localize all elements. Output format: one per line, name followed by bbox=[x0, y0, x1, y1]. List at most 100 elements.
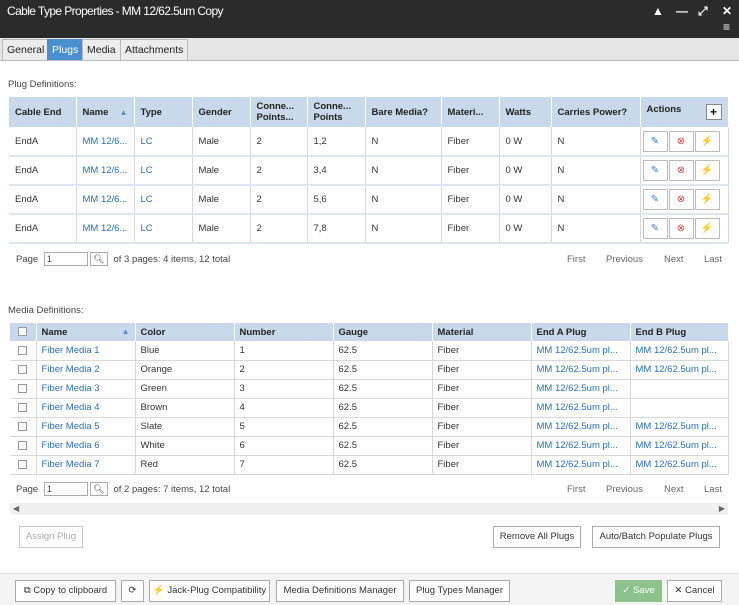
tab-attachments[interactable]: Attachments bbox=[120, 39, 189, 60]
horizontal-scrollbar[interactable]: ◀ ▶ bbox=[10, 503, 728, 515]
page-number-input[interactable]: 1 bbox=[43, 482, 88, 497]
col-carries-power[interactable]: Carries Power? bbox=[551, 97, 641, 127]
copy-to-clipboard-button[interactable]: ⧉ Copy to clipboard bbox=[15, 580, 116, 602]
plug-type-link[interactable]: LC bbox=[134, 127, 193, 157]
delete-icon[interactable]: ⊗ bbox=[668, 130, 694, 152]
plug-name-link[interactable]: MM 12/6... bbox=[76, 127, 135, 157]
col-material[interactable]: Materi... bbox=[441, 97, 500, 127]
plug-icon[interactable]: ⚡ bbox=[694, 130, 720, 152]
minimize-icon[interactable]: — bbox=[676, 4, 688, 18]
media-row[interactable]: Fiber Media 1 Blue 1 62.5 Fiber MM 12/62.5um … bbox=[10, 341, 729, 361]
col-cable-end[interactable]: Cable End bbox=[9, 97, 77, 127]
media-row[interactable]: Fiber Media 6 White 6 62.5 Fiber MM 12/62.5um… bbox=[10, 436, 729, 456]
row-checkbox[interactable] bbox=[18, 459, 28, 469]
pager-previous[interactable]: Previous bbox=[606, 252, 643, 268]
assign-plug-button[interactable]: Assign Plug bbox=[19, 526, 83, 548]
jack-plug-compatibility-button[interactable]: ⚡ Jack-Plug Compatibility bbox=[149, 580, 270, 602]
row-checkbox[interactable] bbox=[18, 421, 28, 431]
media-name-link[interactable]: Fiber Media 5 bbox=[36, 417, 136, 437]
end-b-plug-link[interactable]: MM 12/62.5um pl... bbox=[630, 455, 729, 475]
scroll-left-icon[interactable]: ◀ bbox=[13, 503, 19, 515]
col-conn-points[interactable]: Conne... Points bbox=[307, 97, 366, 127]
col-watts[interactable]: Watts bbox=[499, 97, 552, 127]
media-name-link[interactable]: Fiber Media 2 bbox=[36, 360, 136, 380]
delete-icon[interactable]: ⊗ bbox=[668, 218, 694, 239]
end-a-plug-link[interactable]: MM 12/62.5um pl... bbox=[531, 417, 631, 437]
plug-icon[interactable]: ⚡ bbox=[694, 218, 720, 239]
pager-first[interactable]: First bbox=[567, 482, 585, 498]
col-end-b-plug[interactable]: End B Plug bbox=[630, 323, 729, 341]
col-color[interactable]: Color bbox=[135, 323, 235, 341]
scroll-right-icon[interactable]: ▶ bbox=[719, 503, 725, 515]
edit-icon[interactable]: ✎ bbox=[642, 189, 668, 210]
row-checkbox[interactable] bbox=[18, 383, 28, 393]
media-name-link[interactable]: Fiber Media 6 bbox=[36, 436, 136, 456]
auto-batch-populate-button[interactable]: Auto/Batch Populate Plugs bbox=[592, 526, 720, 548]
select-all-checkbox[interactable] bbox=[18, 327, 28, 337]
end-b-plug-link[interactable]: MM 12/62.5um pl... bbox=[630, 417, 729, 437]
search-icon[interactable]: 🔍︎ bbox=[89, 482, 108, 497]
row-checkbox[interactable] bbox=[18, 402, 28, 412]
search-icon[interactable]: 🔍︎ bbox=[89, 252, 108, 267]
plug-icon[interactable]: ⚡ bbox=[694, 189, 720, 210]
plug-type-link[interactable]: LC bbox=[134, 156, 193, 186]
col-conn-points-count[interactable]: Conne... Points... bbox=[250, 97, 308, 127]
row-checkbox[interactable] bbox=[18, 440, 28, 450]
media-definitions-manager-button[interactable]: Media Definitions Manager bbox=[276, 580, 404, 602]
pager-next[interactable]: Next bbox=[664, 252, 684, 268]
col-bare-media[interactable]: Bare Media? bbox=[365, 97, 442, 127]
media-row[interactable]: Fiber Media 3 Green 3 62.5 Fiber MM 12/62.5um… bbox=[10, 379, 729, 399]
plug-type-link[interactable]: LC bbox=[134, 185, 193, 215]
media-row[interactable]: Fiber Media 5 Slate 5 62.5 Fiber MM 12/62.5um… bbox=[10, 417, 729, 437]
add-plug-icon[interactable]: + bbox=[705, 104, 722, 120]
plug-icon[interactable]: ⚡ bbox=[694, 160, 720, 181]
tab-plugs[interactable]: Plugs bbox=[47, 39, 84, 60]
plug-name-link[interactable]: MM 12/6... bbox=[76, 185, 135, 215]
end-b-plug-link[interactable]: MM 12/62.5um pl... bbox=[630, 436, 729, 456]
pager-previous[interactable]: Previous bbox=[606, 482, 643, 498]
plug-name-link[interactable]: MM 12/6... bbox=[76, 214, 135, 244]
edit-icon[interactable]: ✎ bbox=[642, 160, 668, 181]
end-a-plug-link[interactable]: MM 12/62.5um pl... bbox=[531, 398, 631, 418]
cancel-button[interactable]: ✕ Cancel bbox=[667, 580, 722, 602]
refresh-button[interactable]: ⟳ bbox=[121, 580, 144, 602]
media-name-link[interactable]: Fiber Media 7 bbox=[36, 455, 136, 475]
col-gender[interactable]: Gender bbox=[192, 97, 251, 127]
col-name[interactable]: Name ▲ bbox=[76, 97, 135, 127]
plug-row[interactable]: EndA MM 12/6... LC Male 2 7,8 N Fiber 0 W N ✎ ⊗ ⚡ bbox=[9, 214, 729, 244]
plug-row[interactable]: EndA MM 12/6... LC Male 2 5,6 N Fiber 0 W N ✎ ⊗ ⚡ bbox=[9, 185, 729, 215]
row-checkbox[interactable] bbox=[18, 364, 28, 374]
pager-next[interactable]: Next bbox=[664, 482, 684, 498]
col-media-material[interactable]: Material bbox=[432, 323, 532, 341]
delete-icon[interactable]: ⊗ bbox=[668, 160, 694, 181]
end-b-plug-link[interactable] bbox=[630, 379, 729, 399]
media-row[interactable]: Fiber Media 2 Orange 2 62.5 Fiber MM 12/62.5u… bbox=[10, 360, 729, 380]
save-button[interactable]: ✓ Save bbox=[615, 580, 662, 602]
media-row[interactable]: Fiber Media 7 Red 7 62.5 Fiber MM 12/62.5um p… bbox=[10, 455, 729, 475]
plug-types-manager-button[interactable]: Plug Types Manager bbox=[409, 580, 510, 602]
end-a-plug-link[interactable]: MM 12/62.5um pl... bbox=[531, 436, 631, 456]
col-media-name[interactable]: Name ▲ bbox=[36, 323, 136, 341]
edit-icon[interactable]: ✎ bbox=[642, 218, 668, 239]
end-a-plug-link[interactable]: MM 12/62.5um pl... bbox=[531, 455, 631, 475]
col-gauge[interactable]: Gauge bbox=[333, 323, 433, 341]
plug-name-link[interactable]: MM 12/6... bbox=[76, 156, 135, 186]
remove-all-plugs-button[interactable]: Remove All Plugs bbox=[493, 526, 581, 548]
row-checkbox[interactable] bbox=[18, 345, 28, 355]
tab-general[interactable]: General bbox=[2, 39, 50, 60]
maximize-icon[interactable]: ⤢ bbox=[698, 4, 708, 19]
delete-icon[interactable]: ⊗ bbox=[668, 189, 694, 210]
end-a-plug-link[interactable]: MM 12/62.5um pl... bbox=[531, 341, 631, 361]
end-a-plug-link[interactable]: MM 12/62.5um pl... bbox=[531, 360, 631, 380]
end-a-plug-link[interactable]: MM 12/62.5um pl... bbox=[531, 379, 631, 399]
edit-icon[interactable]: ✎ bbox=[642, 130, 668, 152]
collapse-icon[interactable]: ▲ bbox=[652, 4, 664, 18]
media-name-link[interactable]: Fiber Media 4 bbox=[36, 398, 136, 418]
pager-last[interactable]: Last bbox=[704, 482, 722, 498]
page-number-input[interactable]: 1 bbox=[43, 252, 88, 267]
end-b-plug-link[interactable]: MM 12/62.5um pl... bbox=[630, 341, 729, 361]
pager-last[interactable]: Last bbox=[704, 252, 722, 268]
col-end-a-plug[interactable]: End A Plug bbox=[531, 323, 631, 341]
pager-first[interactable]: First bbox=[567, 252, 585, 268]
menu-icon[interactable]: ≡ bbox=[723, 20, 730, 34]
